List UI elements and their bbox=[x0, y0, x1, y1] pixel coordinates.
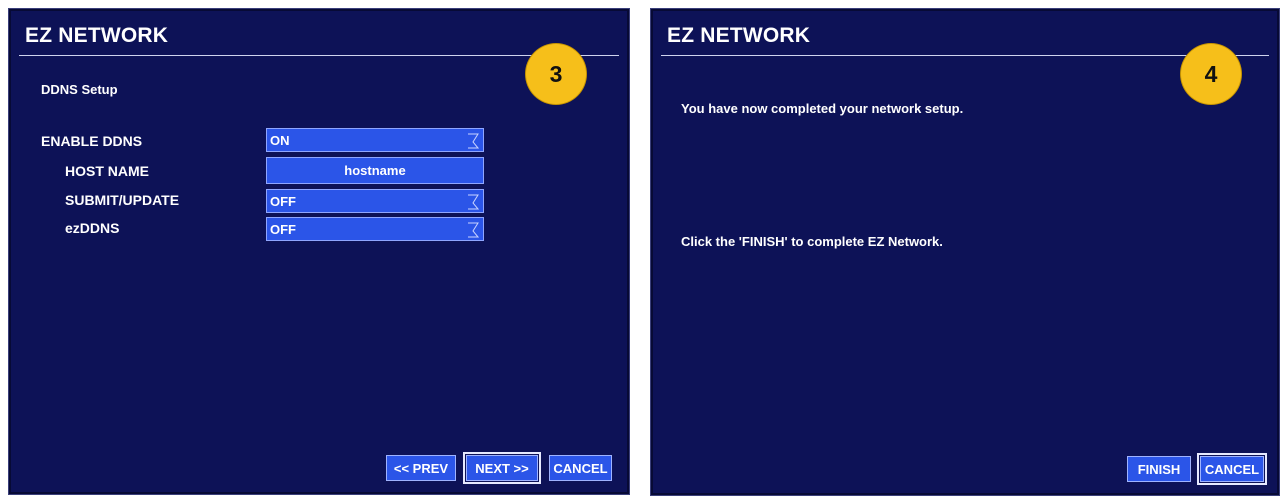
ezddns-dropdown[interactable]: OFF bbox=[266, 217, 484, 241]
dropdown-arrow-icon bbox=[468, 194, 479, 210]
ezddns-label: ezDDNS bbox=[65, 220, 120, 236]
step-badge: 4 bbox=[1181, 44, 1241, 104]
panel-title: EZ NETWORK bbox=[667, 24, 811, 47]
ez-network-step3-panel: EZ NETWORK 3 DDNS Setup ENABLE DDNS ON H… bbox=[8, 8, 630, 495]
submit-update-dropdown[interactable]: OFF bbox=[266, 189, 484, 213]
submit-update-value: OFF bbox=[270, 194, 296, 209]
enable-ddns-value: ON bbox=[270, 133, 290, 148]
dropdown-arrow-icon bbox=[468, 133, 479, 149]
finish-instruction: Click the 'FINISH' to complete EZ Networ… bbox=[681, 234, 943, 249]
enable-ddns-dropdown[interactable]: ON bbox=[266, 128, 484, 152]
dropdown-arrow-icon bbox=[468, 222, 479, 238]
completion-message: You have now completed your network setu… bbox=[681, 101, 964, 116]
host-name-value: hostname bbox=[344, 163, 406, 178]
prev-button[interactable]: << PREV bbox=[386, 455, 456, 481]
ez-network-step4-panel: EZ NETWORK 4 You have now completed your… bbox=[650, 8, 1280, 496]
ezddns-value: OFF bbox=[270, 222, 296, 237]
title-divider bbox=[19, 55, 619, 56]
finish-button[interactable]: FINISH bbox=[1127, 456, 1191, 482]
host-name-input[interactable]: hostname bbox=[266, 157, 484, 184]
step-badge: 3 bbox=[526, 44, 586, 104]
panel-title: EZ NETWORK bbox=[25, 24, 169, 47]
section-title: DDNS Setup bbox=[41, 82, 118, 97]
host-name-label: HOST NAME bbox=[65, 163, 149, 179]
submit-update-label: SUBMIT/UPDATE bbox=[65, 192, 180, 208]
cancel-button[interactable]: CANCEL bbox=[1197, 453, 1267, 485]
next-button[interactable]: NEXT >> bbox=[463, 452, 541, 484]
enable-ddns-label: ENABLE DDNS bbox=[41, 133, 143, 149]
title-divider bbox=[661, 55, 1269, 56]
cancel-button[interactable]: CANCEL bbox=[549, 455, 612, 481]
